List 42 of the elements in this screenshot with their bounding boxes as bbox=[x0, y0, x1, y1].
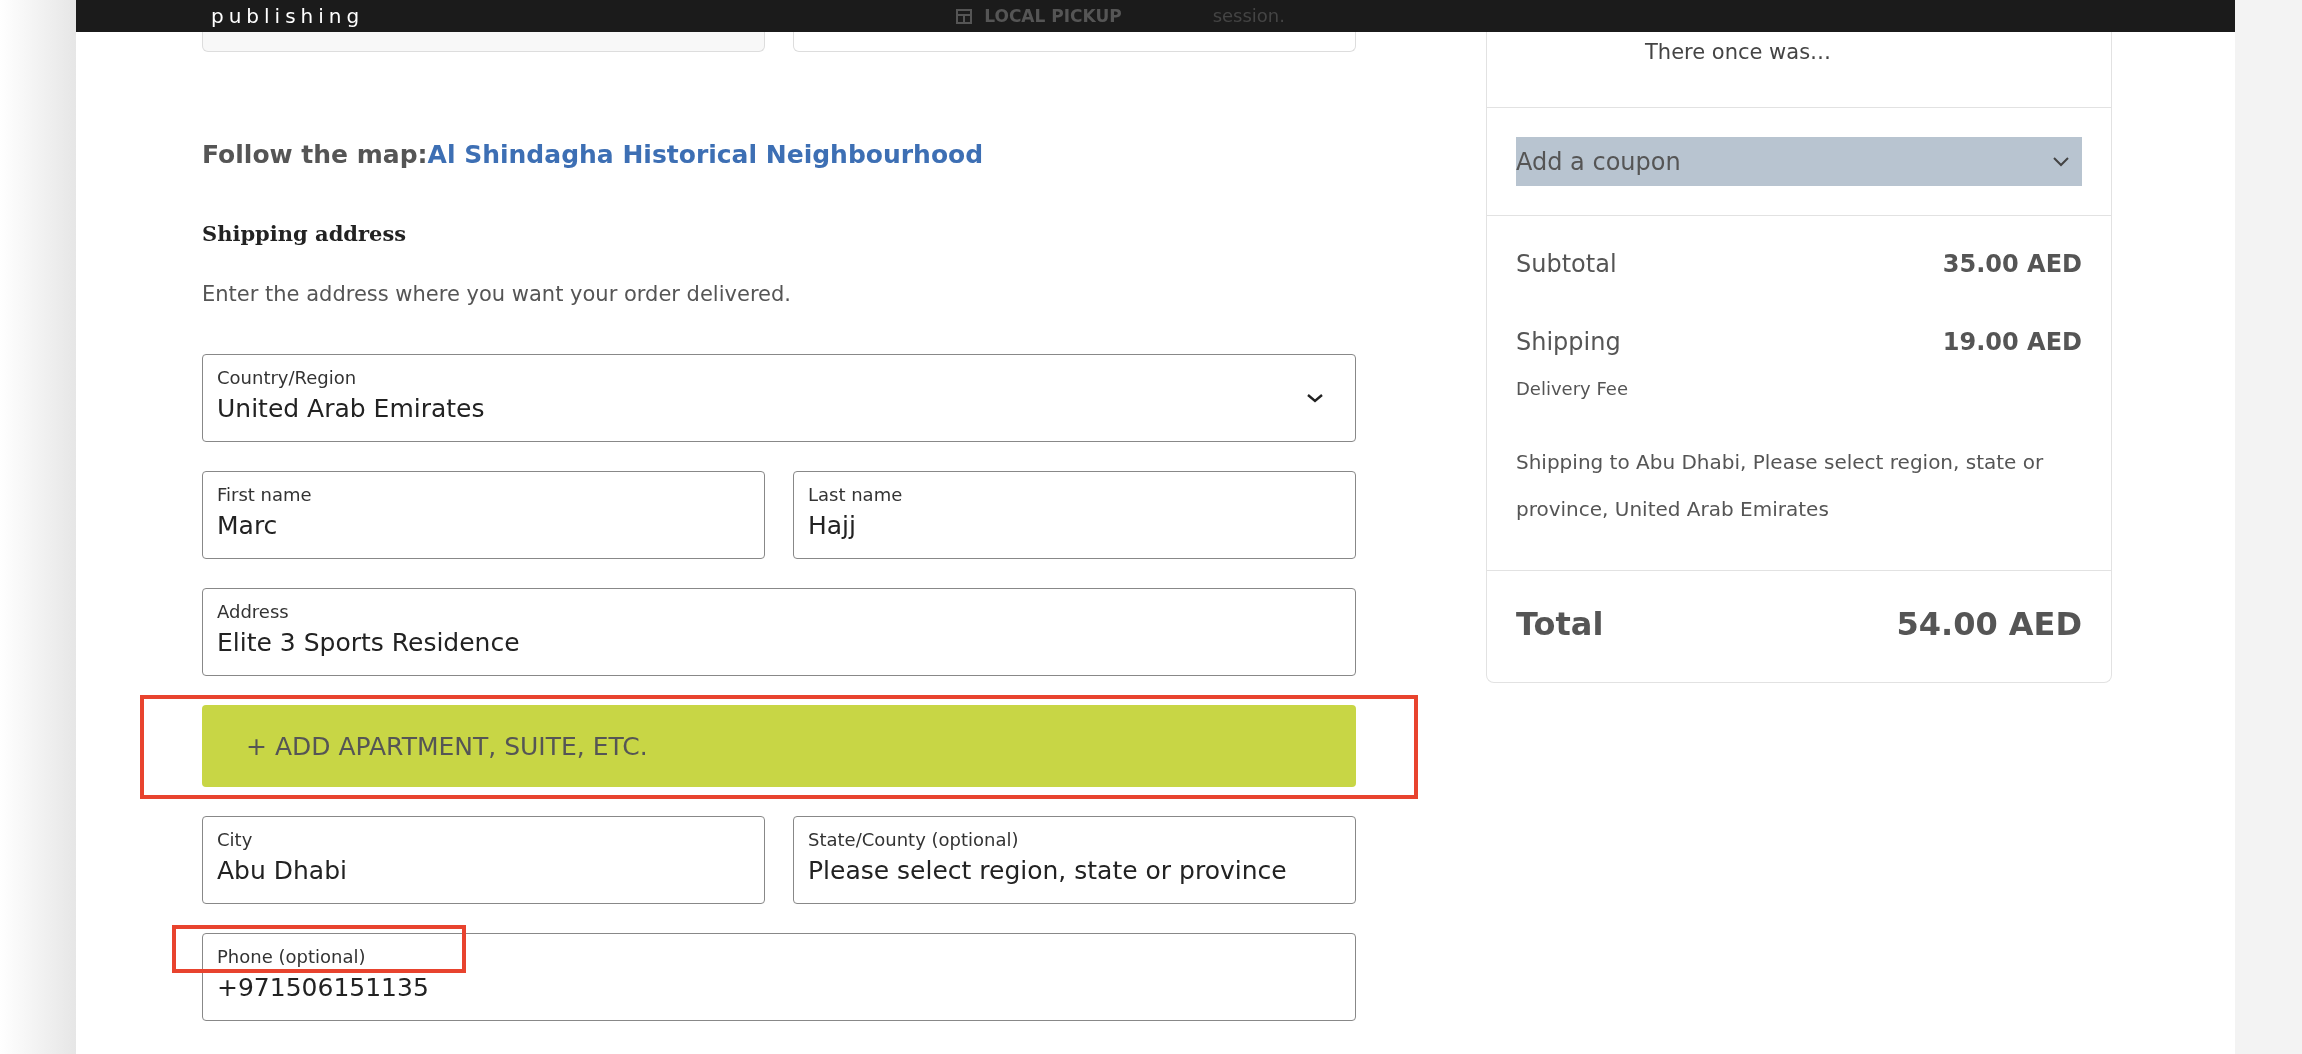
field-label: Last name bbox=[808, 484, 903, 505]
store-icon bbox=[954, 6, 975, 26]
input-field[interactable]: Phone (optional) +971506151135 bbox=[202, 933, 1356, 1021]
field-label: Address bbox=[217, 601, 289, 622]
field-value: Marc bbox=[217, 511, 278, 540]
field-label: Phone (optional) bbox=[217, 946, 366, 967]
field-value: Hajj bbox=[808, 511, 856, 540]
chevron-down-icon bbox=[1305, 391, 1325, 405]
field-label: Country/Region bbox=[217, 367, 357, 388]
shipping-destination: Shipping to Abu Dhabi, Please select region, state or province, United Arab Emirates bbox=[1516, 449, 2045, 523]
product-description: There once was… bbox=[1487, 32, 2111, 108]
field-label: City bbox=[217, 829, 253, 850]
input-field[interactable]: First name Marc bbox=[202, 471, 765, 559]
field-value: Elite 3 Sports Residence bbox=[217, 628, 520, 657]
shipping-method: Delivery Fee bbox=[1516, 378, 1629, 399]
coupon-toggle[interactable]: Add a coupon bbox=[1516, 137, 2082, 186]
total-label: Total bbox=[1516, 605, 1604, 643]
field-label: State/County (optional) bbox=[808, 829, 1019, 850]
map-link[interactable]: Al Shindagha Historical Neighbourhood bbox=[427, 140, 984, 169]
add-apartment-button[interactable]: + ADD APARTMENT, SUITE, ETC. bbox=[202, 705, 1356, 787]
input-field[interactable]: Last name Hajj bbox=[793, 471, 1356, 559]
subtotal-amount: 35.00 AED bbox=[1942, 250, 2082, 278]
total-amount: 54.00 AED bbox=[1896, 605, 2082, 643]
country-select[interactable]: Country/Region United Arab Emirates bbox=[202, 354, 1356, 442]
map-link-text: Follow the map:Al Shindagha Historical Neighbourhood bbox=[202, 140, 985, 169]
section-title: Shipping address bbox=[202, 221, 408, 246]
field-value: United Arab Emirates bbox=[217, 394, 485, 423]
field-value: +971506151135 bbox=[217, 973, 429, 1002]
field-value: Abu Dhabi bbox=[217, 856, 347, 885]
pickup-option-card[interactable] bbox=[793, 32, 1356, 52]
input-field[interactable]: Address Elite 3 Sports Residence bbox=[202, 588, 1356, 676]
shipping-amount: 19.00 AED bbox=[1942, 328, 2082, 356]
field-value: Please select region, state or province bbox=[808, 856, 1287, 885]
field-label: First name bbox=[217, 484, 312, 505]
shipping-label: Shipping bbox=[1516, 328, 1621, 356]
shipping-option-card[interactable] bbox=[202, 32, 765, 52]
subtotal-label: Subtotal bbox=[1516, 250, 1617, 278]
input-field[interactable]: City Abu Dhabi bbox=[202, 816, 765, 904]
brand-logo[interactable]: publishing bbox=[211, 6, 365, 26]
input-field[interactable]: State/County (optional) Please select region, state or province bbox=[793, 816, 1356, 904]
section-description: Enter the address where you want your order delivered. bbox=[202, 282, 792, 306]
chevron-icon bbox=[2052, 155, 2070, 168]
